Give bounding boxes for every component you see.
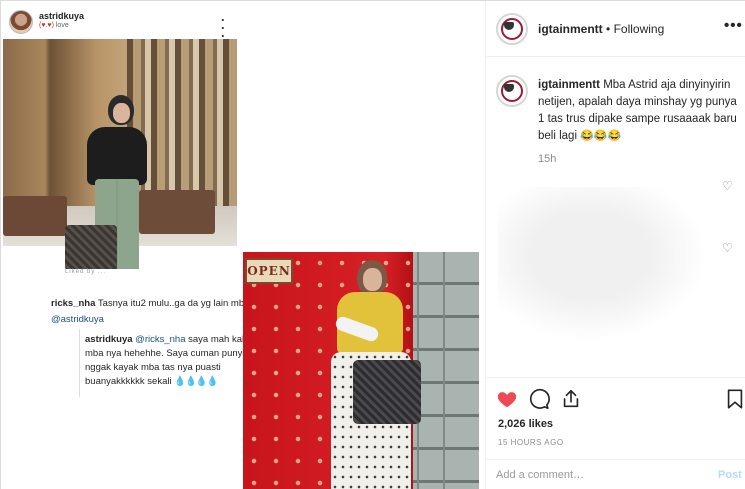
- comment-faint-header: Liked by ...: [65, 269, 107, 275]
- reply-indent-line: [79, 329, 80, 397]
- comments-area[interactable]: igtainmentt Mba Astrid aja dinyinyirin n…: [486, 57, 745, 377]
- action-bar: 2,026 likes 15 HOURS AGO: [486, 377, 745, 447]
- reply-emoji: 💧💧💧💧: [174, 376, 218, 387]
- reply-text-4: buanyakkkkkk sekali: [85, 376, 172, 387]
- likes-count[interactable]: 2,026 likes: [498, 418, 553, 430]
- avatar[interactable]: [496, 13, 528, 45]
- follow-status[interactable]: Following: [614, 22, 665, 36]
- embedded-subtitle: (♥.♥) love: [39, 22, 69, 29]
- comment-like-heart-icon[interactable]: ♡: [722, 241, 733, 255]
- embedded-subtitle-text: love: [55, 22, 69, 29]
- caption-time: 15h: [538, 153, 557, 165]
- reply-mention: @ricks_nha: [135, 334, 186, 345]
- embedded-hearts: (♥.♥): [39, 22, 54, 29]
- header-separator: •: [606, 22, 611, 36]
- caption-emoji: 😂😂😂: [580, 130, 622, 142]
- posted-time: 15 HOURS AGO: [498, 438, 564, 447]
- black-top: [87, 127, 147, 185]
- face: [363, 268, 382, 291]
- caption-avatar[interactable]: [496, 75, 528, 107]
- post-button[interactable]: Post: [718, 469, 742, 481]
- comment-line-1: ricks_nha Tasnya itu2 mulu..ga da yg lai…: [51, 297, 259, 311]
- photo-yellow-outfit: OPEN: [243, 252, 479, 489]
- photo-black-outfit: [3, 39, 237, 279]
- comment-icon[interactable]: [528, 388, 550, 410]
- header-user-line: igtainmentt • Following: [538, 22, 664, 36]
- comment-input[interactable]: [496, 466, 696, 484]
- post-sidebar: igtainmentt • Following ••• igtainmentt …: [485, 1, 745, 489]
- reply-line-4: buanyakkkkkk sekali 💧💧💧💧: [85, 375, 219, 389]
- post-modal: astridkuya (♥.♥) love ... Liked by ... r…: [0, 0, 745, 489]
- embedded-more-icon: ...: [221, 9, 225, 40]
- heart-icon[interactable]: [496, 388, 518, 410]
- stool-left: [3, 196, 67, 236]
- face: [113, 103, 130, 123]
- comment-like-heart-icon[interactable]: ♡: [722, 179, 733, 193]
- comment-user: ricks_nha: [51, 298, 96, 309]
- faded-background: [498, 187, 728, 357]
- header-username[interactable]: igtainmentt: [538, 22, 603, 36]
- open-sign: OPEN: [245, 258, 293, 284]
- tote-bag: [353, 360, 421, 424]
- share-icon[interactable]: [560, 388, 582, 410]
- stool-right: [139, 190, 215, 234]
- caption: igtainmentt Mba Astrid aja dinyinyirin n…: [538, 77, 738, 145]
- comment-mention: @astridkuya: [51, 314, 104, 325]
- embedded-post-header: astridkuya (♥.♥) love ...: [7, 7, 237, 40]
- embedded-username: astridkuya: [39, 11, 85, 21]
- add-comment-bar: Post: [486, 459, 745, 489]
- tote-bag: [65, 225, 117, 271]
- reply-user: astridkuya: [85, 334, 133, 345]
- post-header: igtainmentt • Following •••: [486, 1, 745, 57]
- window-frame: [413, 252, 479, 489]
- bookmark-icon[interactable]: [724, 388, 745, 410]
- comment-text: Tasnya itu2 mulu..ga da yg lain mbakk: [97, 298, 259, 309]
- embedded-avatar: [9, 10, 33, 34]
- caption-username[interactable]: igtainmentt: [538, 79, 600, 91]
- reply-text-3: nggak kayak mba tas nya puasti: [85, 362, 221, 373]
- post-media[interactable]: astridkuya (♥.♥) love ... Liked by ... r…: [1, 1, 485, 489]
- more-icon[interactable]: •••: [724, 17, 743, 34]
